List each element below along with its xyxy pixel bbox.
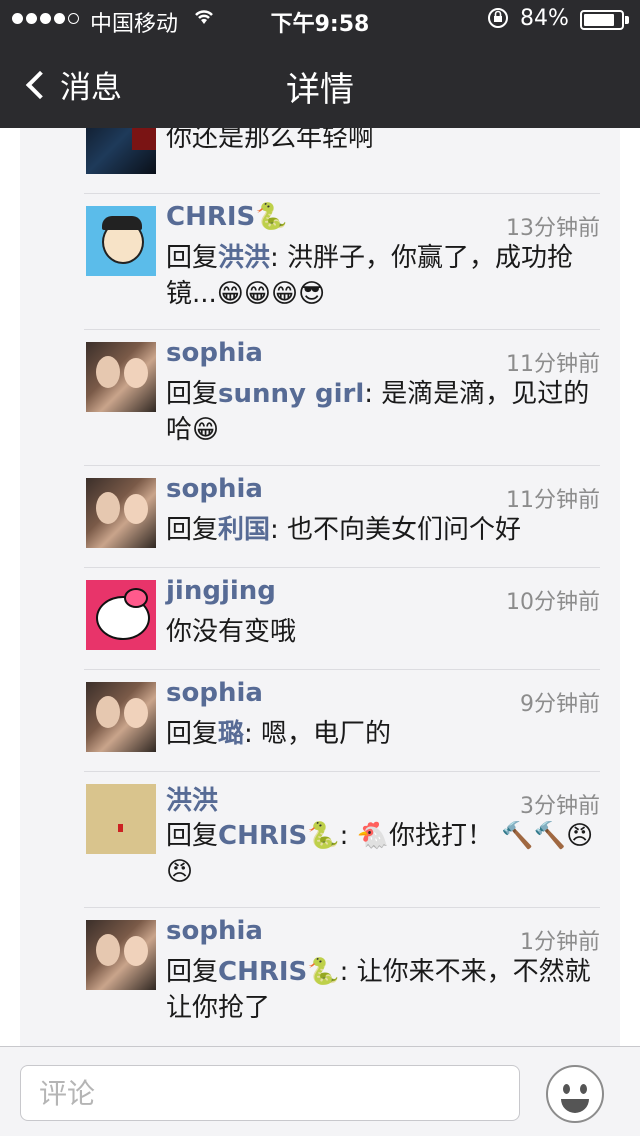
avatar[interactable] <box>86 206 156 276</box>
reply-to-name[interactable]: sunny girl <box>218 379 364 409</box>
page-title: 详情 <box>286 70 354 110</box>
comment-item[interactable]: sophia 1分钟前 回复CHRIS🐍: 让你来不来，不然就让你抢了 <box>20 908 620 1046</box>
comment-item[interactable]: 洪洪 3分钟前 回复CHRIS🐍: 🐔你找打！ 🔨🔨😠😠 <box>20 772 620 908</box>
comment-time: 11分钟前 <box>506 352 600 377</box>
battery-cap <box>625 16 629 24</box>
comment-input-bar <box>0 1046 640 1136</box>
commenter-name[interactable]: sophia <box>166 474 263 504</box>
reply-prefix: 回复 <box>166 515 219 545</box>
avatar[interactable] <box>86 784 156 854</box>
reply-to-name[interactable]: CHRIS🐍 <box>218 957 340 987</box>
commenter-name[interactable]: 洪洪 <box>166 780 218 817</box>
commenter-name[interactable]: sophia <box>166 916 263 946</box>
avatar[interactable] <box>86 478 156 548</box>
comment-text: 回复洪洪: 洪胖子，你赢了，成功抢镜...😁😁😁😎 <box>166 240 608 312</box>
battery-icon <box>580 10 624 30</box>
comment-text: 你还是那么年轻啊 <box>166 128 375 153</box>
reply-to-name[interactable]: 利国 <box>218 515 270 545</box>
emoji-button[interactable] <box>546 1065 604 1123</box>
reply-to-name[interactable]: 洪洪 <box>218 243 270 273</box>
reply-prefix: 回复 <box>166 243 219 273</box>
top-bar: 中国移动 下午9:58 84% 消息 详情 <box>0 0 640 128</box>
comment-body: : 也不向美女们问个好 <box>270 515 522 545</box>
comment-item[interactable]: sophia 11分钟前 回复sunny girl: 是滴是滴，见过的哈😁 <box>20 330 620 466</box>
comment-item[interactable]: sophia 11分钟前 回复利国: 也不向美女们问个好 <box>20 466 620 568</box>
comment-time: 13分钟前 <box>506 216 600 241</box>
battery-percent: 84% <box>520 6 569 31</box>
comment-input[interactable] <box>20 1065 520 1121</box>
comment-text: 回复sunny girl: 是滴是滴，见过的哈😁 <box>166 376 608 448</box>
avatar[interactable] <box>86 128 156 174</box>
commenter-name[interactable]: sophia <box>166 338 263 368</box>
comment-text: 回复CHRIS🐍: 🐔你找打！ 🔨🔨😠😠 <box>166 818 608 890</box>
comment-item[interactable]: CHRIS🐍 13分钟前 回复洪洪: 洪胖子，你赢了，成功抢镜...😁😁😁😎 <box>20 194 620 330</box>
comment-item[interactable]: jingjing 10分钟前 你没有变哦 <box>20 568 620 670</box>
avatar[interactable] <box>86 920 156 990</box>
avatar[interactable] <box>86 682 156 752</box>
battery-level-fill <box>584 14 614 26</box>
comment-text: 回复璐: 嗯，电厂的 <box>166 716 608 752</box>
avatar[interactable] <box>86 580 156 650</box>
comment-text: 回复CHRIS🐍: 让你来不来，不然就让你抢了 <box>166 954 608 1026</box>
comment-body: : 嗯，电厂的 <box>244 719 392 749</box>
comments-list: 你还是那么年轻啊 CHRIS🐍 13分钟前 回复洪洪: 洪胖子，你赢了，成功抢镜… <box>20 128 620 1046</box>
comment-time: 3分钟前 <box>520 794 600 819</box>
reply-prefix: 回复 <box>166 719 219 749</box>
avatar[interactable] <box>86 342 156 412</box>
comment-item[interactable]: 你还是那么年轻啊 <box>20 128 620 194</box>
comment-text: 回复利国: 也不向美女们问个好 <box>166 512 608 548</box>
commenter-name[interactable]: jingjing <box>166 576 276 606</box>
comment-item[interactable]: sophia 9分钟前 回复璐: 嗯，电厂的 <box>20 670 620 772</box>
comment-time: 9分钟前 <box>520 692 600 717</box>
orientation-lock-icon <box>486 6 510 36</box>
reply-prefix: 回复 <box>166 379 219 409</box>
reply-prefix: 回复 <box>166 821 219 851</box>
reply-to-name[interactable]: 璐 <box>218 719 244 749</box>
comment-time: 11分钟前 <box>506 488 600 513</box>
comment-time: 10分钟前 <box>506 590 600 615</box>
reply-to-name[interactable]: CHRIS🐍 <box>218 821 340 851</box>
comment-time: 1分钟前 <box>520 930 600 955</box>
commenter-name[interactable]: CHRIS🐍 <box>166 202 288 232</box>
comment-text: 你没有变哦 <box>166 617 297 647</box>
reply-prefix: 回复 <box>166 957 219 987</box>
status-bar: 中国移动 下午9:58 84% <box>0 0 640 40</box>
commenter-name[interactable]: sophia <box>166 678 263 708</box>
